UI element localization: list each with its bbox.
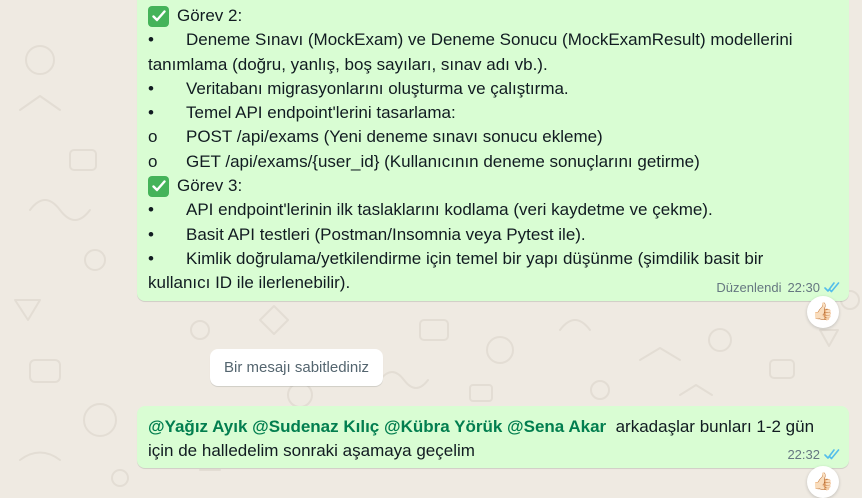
- list-item: • Veritabanı migrasyonlarını oluşturma ve…: [148, 77, 837, 101]
- task-sections: Görev 2: • Deneme Sınavı (MockExam) ve Den…: [148, 4, 837, 296]
- list-item-text: API endpoint'lerinin ilk taslaklarını ko…: [186, 200, 713, 220]
- check-mark-button-icon: [148, 5, 169, 27]
- section-title: Görev 2:: [177, 6, 243, 25]
- list-marker: •: [148, 248, 154, 268]
- system-message-pinned: Bir mesajı sabitlediniz: [210, 349, 384, 386]
- check-mark-button-icon: [148, 175, 169, 197]
- list-marker: •: [148, 78, 154, 98]
- list-item: • Temel API endpoint'lerini tasarlama:: [148, 101, 837, 125]
- message-time: 22:30: [787, 280, 820, 295]
- list-item: • Basit API testleri (Postman/Insomnia ve…: [148, 223, 837, 247]
- list-item-text: Temel API endpoint'lerini tasarlama:: [186, 103, 456, 123]
- list-item-text: Basit API testleri (Postman/Insomnia vey…: [186, 224, 586, 244]
- message-meta: Düzenlendi 22:30: [716, 280, 841, 295]
- double-check-read-icon: [824, 282, 841, 293]
- mention[interactable]: @Sena Akar: [507, 417, 606, 436]
- message-time: 22:32: [787, 447, 820, 462]
- thumbs-up-reaction-icon[interactable]: 👍🏻: [807, 466, 839, 498]
- section-header: Görev 3:: [148, 174, 837, 198]
- mention[interactable]: @Kübra Yörük: [384, 417, 502, 436]
- double-check-read-icon: [824, 449, 841, 460]
- message-bubble-mentions[interactable]: @Yağız Ayık @Sudenaz Kılıç @Kübra Yörük …: [137, 406, 849, 468]
- list-marker: •: [148, 30, 154, 50]
- list-item: • Kimlik doğrulama/yetkilendirme için tem…: [148, 247, 837, 271]
- message-line-1: @Yağız Ayık @Sudenaz Kılıç @Kübra Yörük …: [148, 415, 837, 439]
- section-header: Görev 2:: [148, 4, 837, 28]
- list-item-text: POST /api/exams (Yeni deneme sınavı sonu…: [186, 127, 603, 147]
- section-title: Görev 3:: [177, 176, 243, 196]
- list-item: o POST /api/exams (Yeni deneme sınavı son…: [148, 125, 837, 149]
- list-item: • API endpoint'lerinin ilk taslaklarını k…: [148, 198, 837, 222]
- list-item-text: Kimlik doğrulama/yetkilendirme için teme…: [186, 248, 764, 268]
- list-item: • Deneme Sınavı (MockExam) ve Deneme Sonu…: [148, 28, 837, 52]
- list-item-text: Deneme Sınavı (MockExam) ve Deneme Sonuc…: [186, 30, 793, 50]
- list-marker: •: [148, 224, 154, 244]
- message-meta: 22:32: [787, 447, 841, 462]
- list-marker: •: [148, 200, 154, 220]
- message-line-2: için de halledelim sonraki aşamaya geçel…: [148, 441, 475, 461]
- list-item-text: Veritabanı migrasyonlarını oluşturma ve …: [186, 78, 569, 98]
- message-text: arkadaşlar bunları 1-2 gün: [615, 417, 815, 436]
- mention[interactable]: @Yağız Ayık: [148, 417, 247, 436]
- edited-label: Düzenlendi: [716, 280, 782, 295]
- thumbs-up-reaction-icon[interactable]: 👍🏻: [807, 296, 839, 328]
- list-marker: o: [148, 127, 158, 147]
- mention[interactable]: @Sudenaz Kılıç: [252, 417, 379, 436]
- list-item-continuation: tanımlama (doğru, yanlış, boş sayıları, …: [148, 54, 548, 74]
- message-bubble-tasks[interactable]: Görev 2: • Deneme Sınavı (MockExam) ve Den…: [137, 0, 849, 301]
- list-marker: •: [148, 103, 154, 123]
- list-marker: o: [148, 151, 158, 171]
- list-item: o GET /api/exams/{user_id} (Kullanıcının …: [148, 150, 837, 174]
- list-item-text: GET /api/exams/{user_id} (Kullanıcının d…: [186, 151, 700, 171]
